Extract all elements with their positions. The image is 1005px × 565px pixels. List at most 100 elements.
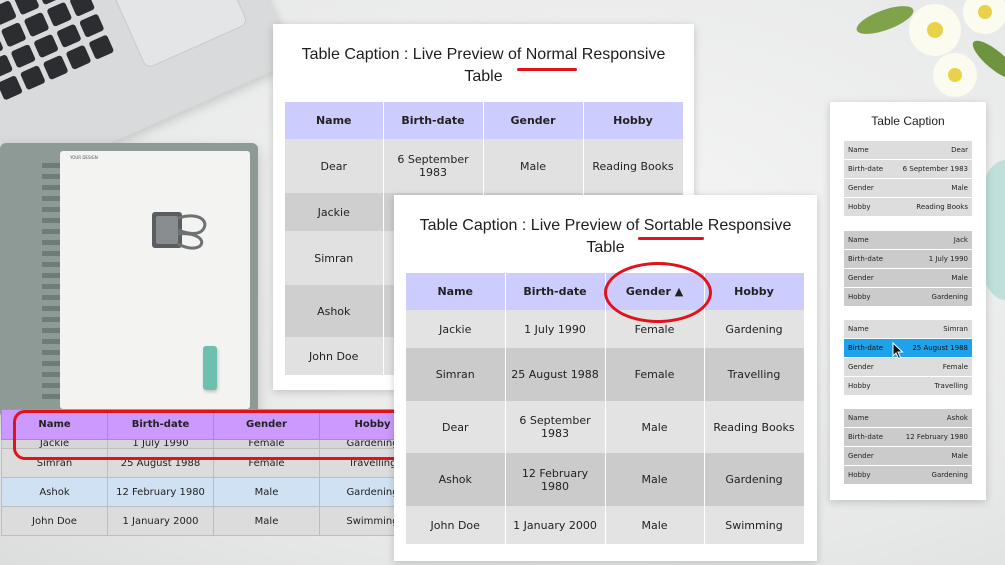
stacked-value: Male bbox=[951, 452, 968, 460]
stacked-value: Jack bbox=[953, 236, 968, 244]
stacked-row: Gender Male bbox=[844, 179, 972, 197]
table-cell: Travelling bbox=[704, 348, 805, 401]
caption-line2: Table bbox=[464, 68, 503, 85]
stacked-row: Gender Female bbox=[844, 358, 972, 376]
stacked-row: Birth-date 1 July 1990 bbox=[844, 250, 972, 268]
normal-header-name[interactable]: Name bbox=[285, 102, 384, 139]
caption-prefix: Table Caption : Live Preview of bbox=[301, 46, 526, 63]
eraser-illustration bbox=[203, 346, 217, 390]
table-cell: Jackie bbox=[406, 310, 506, 348]
table-cell: Male bbox=[605, 506, 705, 544]
table-cell: Reading Books bbox=[704, 401, 805, 453]
stacked-value: 6 September 1983 bbox=[902, 165, 968, 173]
stacked-label: Gender bbox=[848, 452, 874, 460]
stacked-row-hovered[interactable]: Birth-date 25 August 1988 bbox=[844, 339, 972, 357]
stacked-value: 12 February 1980 bbox=[905, 433, 968, 441]
stacked-row: Name Ashok bbox=[844, 409, 972, 427]
table-cell: 12 February 1980 bbox=[107, 477, 214, 507]
table-cell: 12 February 1980 bbox=[505, 453, 606, 506]
stacked-label: Hobby bbox=[848, 382, 871, 390]
stacked-value: 1 July 1990 bbox=[928, 255, 968, 263]
sortable-table: Name Birth-date Gender ▲ Hobby Jackie 1 … bbox=[406, 273, 805, 544]
table-row: Ashok 12 February 1980 Male Gardening bbox=[1, 477, 426, 507]
table-cell: John Doe bbox=[406, 506, 506, 544]
sortable-header-name[interactable]: Name bbox=[406, 273, 506, 310]
table-cell: John Doe bbox=[1, 506, 108, 536]
normal-header-gender[interactable]: Gender bbox=[483, 102, 584, 139]
normal-header-hobby[interactable]: Hobby bbox=[583, 102, 684, 139]
table-cell: John Doe bbox=[285, 337, 384, 375]
stacked-label: Gender bbox=[848, 274, 874, 282]
caption-emphasis: Sortable bbox=[643, 217, 704, 234]
table-row: Dear 6 September 1983 Male Reading Books bbox=[285, 139, 684, 193]
caption-emphasis: Normal bbox=[525, 46, 578, 63]
stacked-label: Name bbox=[848, 146, 869, 154]
table-cell: Male bbox=[605, 401, 705, 453]
table-cell: 6 September 1983 bbox=[505, 401, 606, 453]
stacked-card: Name Jack Birth-date 1 July 1990 Gender Mal… bbox=[844, 231, 972, 307]
binder-clip-icon bbox=[152, 212, 207, 250]
sortable-header-hobby[interactable]: Hobby bbox=[704, 273, 805, 310]
table-cell: Male bbox=[213, 506, 320, 536]
table-cell: 25 August 1988 bbox=[505, 348, 606, 401]
table-row: Simran 25 August 1988 Female Travelling bbox=[406, 348, 805, 401]
table-cell: Dear bbox=[285, 139, 384, 193]
table-cell: Simran bbox=[285, 231, 384, 285]
gender-sort-annotation bbox=[604, 262, 712, 323]
notebook-illustration: YOUR DESIGN bbox=[0, 143, 258, 418]
table-cell: Ashok bbox=[406, 453, 506, 506]
caption-suffix: Responsive bbox=[703, 217, 792, 234]
sortable-underline-annotation bbox=[638, 237, 704, 240]
stacked-row: Name Simran bbox=[844, 320, 972, 338]
normal-header-birthdate[interactable]: Birth-date bbox=[383, 102, 484, 139]
stacked-value: Travelling bbox=[934, 382, 968, 390]
stacked-row: Birth-date 12 February 1980 bbox=[844, 428, 972, 446]
stacked-row: Birth-date 6 September 1983 bbox=[844, 160, 972, 178]
table-cell: Male bbox=[605, 453, 705, 506]
stacked-label: Hobby bbox=[848, 203, 871, 211]
caption-suffix: Responsive bbox=[577, 46, 666, 63]
table-cell: Male bbox=[213, 477, 320, 507]
table-cell: 1 July 1990 bbox=[505, 310, 606, 348]
table-cell: 1 January 2000 bbox=[505, 506, 606, 544]
table-cell: Gardening bbox=[704, 310, 805, 348]
normal-table-caption: Table Caption : Live Preview of Normal R… bbox=[273, 44, 694, 88]
stacked-value: Dear bbox=[951, 146, 968, 154]
sticky-header-annotation bbox=[13, 410, 419, 460]
caption-line2: Table bbox=[586, 239, 625, 256]
table-row: Jackie 1 July 1990 Female Gardening bbox=[406, 310, 805, 348]
stacked-label: Birth-date bbox=[848, 255, 884, 263]
table-cell: Jackie bbox=[285, 193, 384, 231]
stacked-value: Ashok bbox=[946, 414, 968, 422]
stacked-row: Gender Male bbox=[844, 447, 972, 465]
table-cell: Gardening bbox=[704, 453, 805, 506]
stacked-card: Name Simran Birth-date 25 August 1988 Gend… bbox=[844, 320, 972, 396]
stacked-card: Name Ashok Birth-date 12 February 1980 Gen… bbox=[844, 409, 972, 485]
stacked-value: Reading Books bbox=[916, 203, 968, 211]
stacked-value: Female bbox=[942, 363, 968, 371]
table-cell: Ashok bbox=[285, 285, 384, 337]
laptop-keyboard bbox=[0, 0, 115, 101]
table-cell: Swimming bbox=[704, 506, 805, 544]
stacked-label: Birth-date bbox=[848, 165, 884, 173]
sortable-header-birthdate[interactable]: Birth-date bbox=[505, 273, 606, 310]
stacked-value: 25 August 1988 bbox=[912, 344, 968, 352]
table-row: Dear 6 September 1983 Male Reading Books bbox=[406, 401, 805, 453]
caption-prefix: Table Caption : Live Preview of bbox=[419, 217, 644, 234]
stacked-label: Birth-date bbox=[848, 344, 884, 352]
sortable-table-panel: Table Caption : Live Preview of Sortable… bbox=[394, 195, 817, 561]
table-cell: Simran bbox=[406, 348, 506, 401]
stacked-row: Gender Male bbox=[844, 269, 972, 287]
laptop-trackpad bbox=[110, 0, 249, 70]
stacked-row: Name Jack bbox=[844, 231, 972, 249]
table-cell: 6 September 1983 bbox=[383, 139, 484, 193]
stacked-label: Birth-date bbox=[848, 433, 884, 441]
table-cell: Male bbox=[483, 139, 584, 193]
stacked-row: Hobby Gardening bbox=[844, 466, 972, 484]
table-row: John Doe 1 January 2000 Male Swimming bbox=[1, 506, 426, 536]
mouse-cursor-icon bbox=[892, 342, 904, 360]
table-cell: Ashok bbox=[1, 477, 108, 507]
stacked-label: Name bbox=[848, 325, 869, 333]
stacked-label: Name bbox=[848, 236, 869, 244]
stacked-value: Gardening bbox=[931, 293, 968, 301]
